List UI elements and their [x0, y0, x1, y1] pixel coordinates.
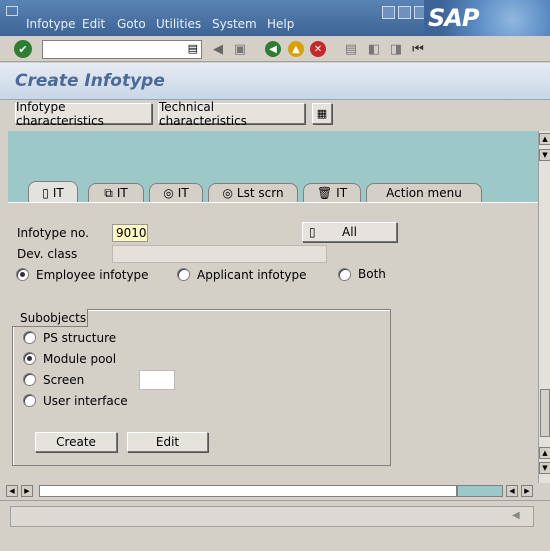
print-icon[interactable]: ▤ — [343, 41, 359, 57]
ps-structure-radio[interactable] — [23, 331, 36, 344]
window-menu-icon[interactable] — [6, 6, 18, 16]
infotype-no-input[interactable]: 9010 — [112, 224, 148, 242]
module-pool-radio[interactable] — [23, 352, 36, 365]
employee-infotype-radio[interactable] — [16, 268, 29, 281]
scroll-down-icon[interactable]: ▼ — [539, 149, 550, 161]
scroll-down-icon[interactable]: ▼ — [539, 462, 550, 474]
spiral-icon: ◎ — [222, 186, 233, 200]
tab-it-delete[interactable]: 🗑 IT — [303, 183, 361, 202]
spiral-icon: ◎ — [163, 186, 174, 200]
main-vertical-scrollbar[interactable]: ▲ ▼ — [538, 165, 550, 483]
menu-utilities[interactable]: Utilities — [156, 17, 201, 31]
scrollbar-track[interactable] — [39, 485, 457, 497]
maximize-button[interactable] — [398, 6, 411, 19]
page-title: Create Infotype — [15, 71, 165, 91]
infotype-no-value: 9010 — [116, 226, 147, 240]
sap-logo: SAP — [424, 0, 550, 36]
menu-goto[interactable]: Goto — [117, 17, 146, 31]
scrollbar-thumb[interactable] — [540, 389, 550, 437]
create-button[interactable]: Create — [35, 432, 117, 452]
standard-toolbar: ✔ ▤ ◀ ▣ ◀ ▲ ✕ ▤ ◧ ◨ ⏮ — [0, 36, 550, 62]
find-next-icon[interactable]: ◨ — [388, 41, 404, 57]
tab-label: IT — [177, 186, 189, 200]
save-icon[interactable]: ▣ — [232, 41, 248, 57]
menu-bar: Infotype Edit Goto Utilities System Help… — [0, 0, 550, 36]
menu-help[interactable]: Help — [267, 17, 294, 31]
copy-icon: ⧉ — [104, 185, 113, 200]
dev-class-label: Dev. class — [17, 247, 78, 261]
edit-button[interactable]: Edit — [127, 432, 208, 452]
exit-icon[interactable]: ▲ — [288, 41, 304, 57]
scroll-left-icon[interactable]: ◀ — [506, 485, 518, 497]
tab-it-screen[interactable]: ◎ IT — [149, 183, 203, 202]
applicant-infotype-radio[interactable] — [177, 268, 190, 281]
first-page-icon[interactable]: ⏮ — [410, 41, 426, 57]
back-triangle-icon[interactable]: ◀ — [210, 41, 226, 57]
scroll-left-icon[interactable]: ◀ — [6, 485, 18, 497]
module-pool-label: Module pool — [43, 352, 117, 366]
scrollbar-thumb[interactable] — [457, 485, 503, 497]
menu-system[interactable]: System — [212, 17, 257, 31]
scroll-right-icon[interactable]: ▶ — [521, 485, 533, 497]
tab-label: Action menu — [386, 186, 462, 200]
menu-edit[interactable]: Edit — [82, 17, 105, 31]
status-bar: ◀ — [0, 500, 550, 533]
subobjects-title: Subobjects — [12, 309, 88, 327]
horizontal-scrollbar[interactable]: ◀ ▶ ◀ ▶ — [6, 484, 538, 499]
document-icon: ▯ — [309, 225, 316, 239]
both-radio[interactable] — [338, 268, 351, 281]
find-icon[interactable]: ◧ — [366, 41, 382, 57]
tab-it-create[interactable]: ▯ IT — [28, 181, 78, 203]
tab-label: IT — [52, 185, 64, 200]
user-interface-radio[interactable] — [23, 394, 36, 407]
enter-icon[interactable]: ✔ — [14, 40, 32, 58]
scroll-right-icon[interactable]: ▶ — [21, 485, 33, 497]
status-expand-icon[interactable]: ◀ — [512, 510, 520, 521]
tab-it-copy[interactable]: ⧉ IT — [88, 183, 144, 202]
all-button[interactable]: ▯ All — [302, 222, 397, 242]
applicant-infotype-label: Applicant infotype — [197, 268, 307, 282]
command-field[interactable]: ▤ — [42, 40, 202, 59]
scroll-up-icon[interactable]: ▲ — [539, 133, 550, 145]
dropdown-icon[interactable]: ▤ — [188, 42, 198, 55]
back-icon[interactable]: ◀ — [265, 41, 281, 57]
screen-header-area — [8, 131, 538, 185]
dev-class-input[interactable] — [112, 245, 327, 263]
scroll-up-icon[interactable]: ▲ — [539, 447, 550, 459]
document-icon: ▯ — [42, 185, 49, 200]
cancel-icon[interactable]: ✕ — [310, 41, 326, 57]
user-interface-label: User interface — [43, 394, 128, 408]
infotype-characteristics-button[interactable]: Infotype characteristics — [15, 100, 152, 128]
tab-label: IT — [116, 186, 128, 200]
tab-list-screen[interactable]: ◎ Lst scrn — [208, 183, 298, 202]
ps-structure-label: PS structure — [43, 331, 117, 345]
screen-number-input[interactable] — [139, 370, 175, 390]
tab-action-menu[interactable]: Action menu — [366, 183, 482, 202]
screen-radio[interactable] — [23, 373, 36, 386]
tab-label: Lst scrn — [236, 186, 284, 200]
sap-logo-text: SAP — [428, 4, 479, 32]
all-button-label: All — [342, 225, 357, 239]
status-message-area — [10, 506, 534, 527]
menu-infotype[interactable]: Infotype — [26, 17, 76, 31]
minimize-button[interactable] — [382, 6, 395, 19]
employee-infotype-label: Employee infotype — [36, 268, 149, 282]
both-label: Both — [358, 267, 386, 281]
application-toolbar: Infotype characteristics Technical chara… — [0, 100, 550, 128]
title-bar: Create Infotype — [0, 63, 550, 100]
screen-label: Screen — [43, 373, 85, 387]
tab-label: IT — [336, 186, 348, 200]
printer-icon[interactable]: ▦ — [312, 103, 332, 124]
trash-icon: 🗑 — [316, 186, 333, 200]
infotype-no-label: Infotype no. — [17, 226, 89, 240]
technical-characteristics-button[interactable]: Technical characteristics — [158, 100, 305, 128]
top-vertical-scrollbar[interactable]: ▲ ▼ — [538, 131, 550, 165]
